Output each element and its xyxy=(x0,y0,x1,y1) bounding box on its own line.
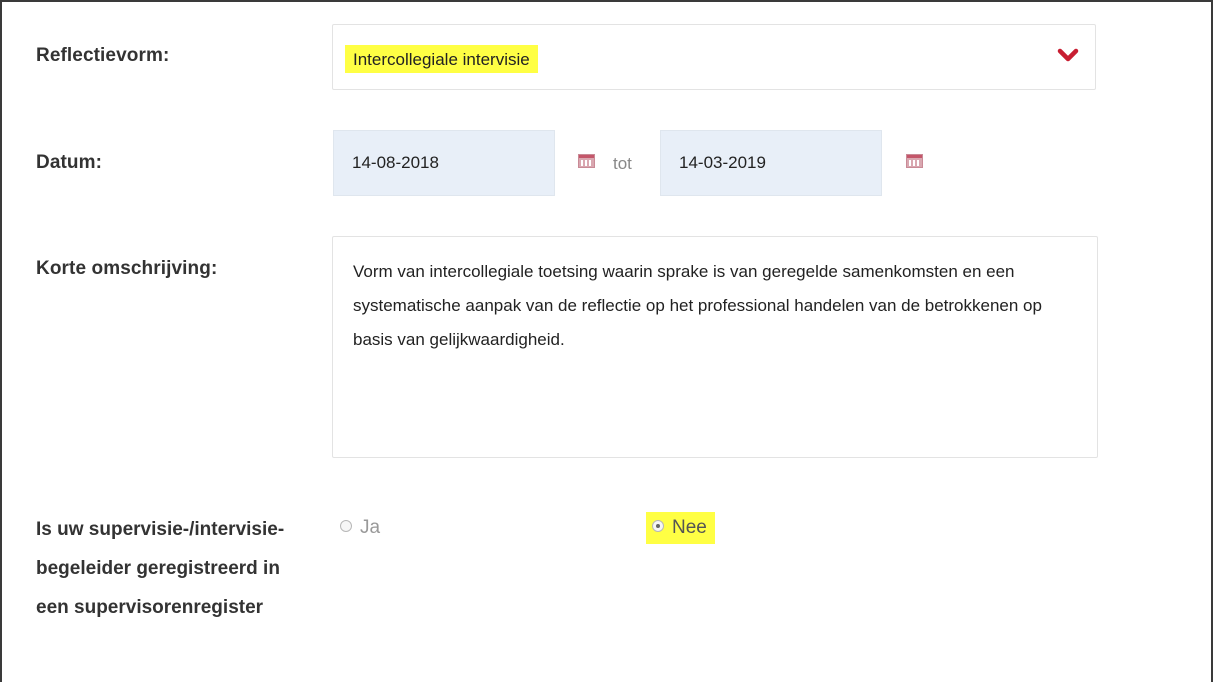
calendar-icon[interactable] xyxy=(578,154,595,168)
calendar-icon[interactable] xyxy=(906,154,923,168)
radio-label-ja: Ja xyxy=(360,517,381,538)
radio-button-checked-icon[interactable] xyxy=(652,519,664,532)
radio-label-nee: Nee xyxy=(672,517,707,538)
radio-option-ja[interactable]: Ja xyxy=(340,512,380,544)
date-to-input[interactable]: 14-03-2019 xyxy=(660,130,882,196)
date-from-input[interactable]: 14-08-2018 xyxy=(333,130,555,196)
date-range-separator: tot xyxy=(613,154,632,173)
omschrijving-textarea[interactable]: Vorm van intercollegiale toetsing waarin… xyxy=(332,236,1098,458)
radio-button-icon[interactable] xyxy=(340,519,352,532)
chevron-down-icon[interactable] xyxy=(1057,47,1079,65)
radio-option-nee[interactable]: Nee xyxy=(646,512,715,544)
reflectievorm-label: Reflectievorm: xyxy=(36,45,170,66)
register-question: Is uw supervisie-/intervisie-begeleider … xyxy=(36,519,285,618)
omschrijving-label: Korte omschrijving: xyxy=(36,258,218,279)
reflectievorm-selected-value: Intercollegiale intervisie xyxy=(345,45,538,73)
reflectievorm-select[interactable]: Intercollegiale intervisie xyxy=(332,24,1096,90)
datum-label: Datum: xyxy=(36,152,103,173)
